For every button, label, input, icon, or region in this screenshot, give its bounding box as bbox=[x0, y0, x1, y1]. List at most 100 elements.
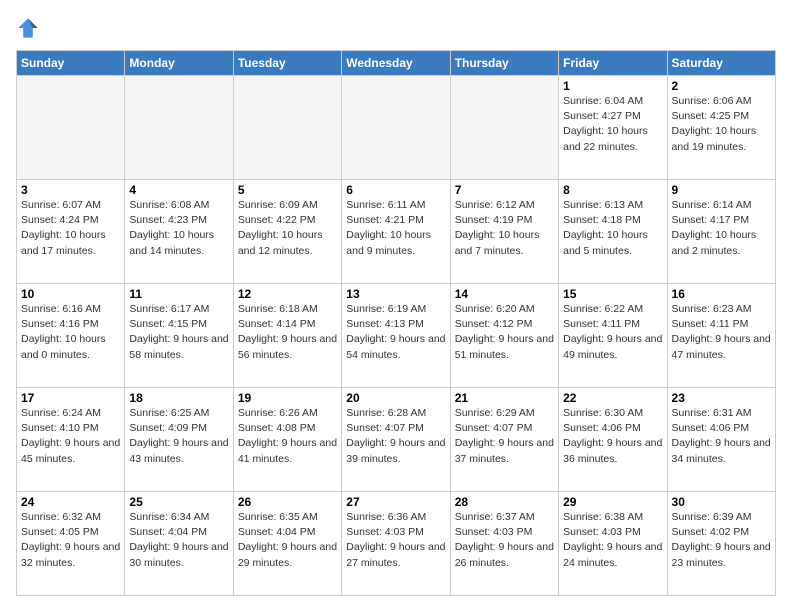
day-number: 4 bbox=[129, 183, 228, 197]
day-number: 3 bbox=[21, 183, 120, 197]
day-number: 5 bbox=[238, 183, 337, 197]
day-info: Sunrise: 6:16 AM Sunset: 4:16 PM Dayligh… bbox=[21, 302, 120, 363]
calendar-cell: 17Sunrise: 6:24 AM Sunset: 4:10 PM Dayli… bbox=[17, 388, 125, 492]
day-number: 20 bbox=[346, 391, 445, 405]
day-number: 9 bbox=[672, 183, 771, 197]
calendar-cell: 11Sunrise: 6:17 AM Sunset: 4:15 PM Dayli… bbox=[125, 284, 233, 388]
calendar-cell bbox=[17, 76, 125, 180]
calendar-cell: 8Sunrise: 6:13 AM Sunset: 4:18 PM Daylig… bbox=[559, 180, 667, 284]
calendar-week-row: 10Sunrise: 6:16 AM Sunset: 4:16 PM Dayli… bbox=[17, 284, 776, 388]
day-number: 25 bbox=[129, 495, 228, 509]
day-info: Sunrise: 6:14 AM Sunset: 4:17 PM Dayligh… bbox=[672, 198, 771, 259]
day-number: 12 bbox=[238, 287, 337, 301]
day-info: Sunrise: 6:28 AM Sunset: 4:07 PM Dayligh… bbox=[346, 406, 445, 467]
weekday-row: SundayMondayTuesdayWednesdayThursdayFrid… bbox=[17, 51, 776, 76]
calendar-week-row: 17Sunrise: 6:24 AM Sunset: 4:10 PM Dayli… bbox=[17, 388, 776, 492]
day-number: 7 bbox=[455, 183, 554, 197]
day-info: Sunrise: 6:04 AM Sunset: 4:27 PM Dayligh… bbox=[563, 94, 662, 155]
day-number: 15 bbox=[563, 287, 662, 301]
day-info: Sunrise: 6:39 AM Sunset: 4:02 PM Dayligh… bbox=[672, 510, 771, 571]
calendar-cell: 12Sunrise: 6:18 AM Sunset: 4:14 PM Dayli… bbox=[233, 284, 341, 388]
day-info: Sunrise: 6:26 AM Sunset: 4:08 PM Dayligh… bbox=[238, 406, 337, 467]
day-number: 10 bbox=[21, 287, 120, 301]
calendar-cell: 25Sunrise: 6:34 AM Sunset: 4:04 PM Dayli… bbox=[125, 492, 233, 596]
calendar-cell: 27Sunrise: 6:36 AM Sunset: 4:03 PM Dayli… bbox=[342, 492, 450, 596]
day-number: 11 bbox=[129, 287, 228, 301]
calendar-cell: 18Sunrise: 6:25 AM Sunset: 4:09 PM Dayli… bbox=[125, 388, 233, 492]
weekday-header: Sunday bbox=[17, 51, 125, 76]
calendar-cell: 30Sunrise: 6:39 AM Sunset: 4:02 PM Dayli… bbox=[667, 492, 775, 596]
calendar-cell: 23Sunrise: 6:31 AM Sunset: 4:06 PM Dayli… bbox=[667, 388, 775, 492]
day-info: Sunrise: 6:13 AM Sunset: 4:18 PM Dayligh… bbox=[563, 198, 662, 259]
calendar-cell: 15Sunrise: 6:22 AM Sunset: 4:11 PM Dayli… bbox=[559, 284, 667, 388]
day-info: Sunrise: 6:24 AM Sunset: 4:10 PM Dayligh… bbox=[21, 406, 120, 467]
day-info: Sunrise: 6:32 AM Sunset: 4:05 PM Dayligh… bbox=[21, 510, 120, 571]
day-info: Sunrise: 6:12 AM Sunset: 4:19 PM Dayligh… bbox=[455, 198, 554, 259]
day-info: Sunrise: 6:11 AM Sunset: 4:21 PM Dayligh… bbox=[346, 198, 445, 259]
calendar-cell: 5Sunrise: 6:09 AM Sunset: 4:22 PM Daylig… bbox=[233, 180, 341, 284]
day-number: 14 bbox=[455, 287, 554, 301]
day-number: 8 bbox=[563, 183, 662, 197]
day-number: 6 bbox=[346, 183, 445, 197]
day-info: Sunrise: 6:35 AM Sunset: 4:04 PM Dayligh… bbox=[238, 510, 337, 571]
day-info: Sunrise: 6:31 AM Sunset: 4:06 PM Dayligh… bbox=[672, 406, 771, 467]
calendar-cell: 1Sunrise: 6:04 AM Sunset: 4:27 PM Daylig… bbox=[559, 76, 667, 180]
calendar-cell: 29Sunrise: 6:38 AM Sunset: 4:03 PM Dayli… bbox=[559, 492, 667, 596]
day-info: Sunrise: 6:22 AM Sunset: 4:11 PM Dayligh… bbox=[563, 302, 662, 363]
day-number: 23 bbox=[672, 391, 771, 405]
day-number: 21 bbox=[455, 391, 554, 405]
calendar-cell: 24Sunrise: 6:32 AM Sunset: 4:05 PM Dayli… bbox=[17, 492, 125, 596]
calendar-cell: 4Sunrise: 6:08 AM Sunset: 4:23 PM Daylig… bbox=[125, 180, 233, 284]
day-info: Sunrise: 6:20 AM Sunset: 4:12 PM Dayligh… bbox=[455, 302, 554, 363]
weekday-header: Saturday bbox=[667, 51, 775, 76]
calendar-cell: 21Sunrise: 6:29 AM Sunset: 4:07 PM Dayli… bbox=[450, 388, 558, 492]
day-number: 16 bbox=[672, 287, 771, 301]
calendar-cell: 20Sunrise: 6:28 AM Sunset: 4:07 PM Dayli… bbox=[342, 388, 450, 492]
day-number: 26 bbox=[238, 495, 337, 509]
weekday-header: Monday bbox=[125, 51, 233, 76]
calendar-cell bbox=[233, 76, 341, 180]
day-info: Sunrise: 6:18 AM Sunset: 4:14 PM Dayligh… bbox=[238, 302, 337, 363]
calendar-cell: 16Sunrise: 6:23 AM Sunset: 4:11 PM Dayli… bbox=[667, 284, 775, 388]
weekday-header: Tuesday bbox=[233, 51, 341, 76]
day-info: Sunrise: 6:25 AM Sunset: 4:09 PM Dayligh… bbox=[129, 406, 228, 467]
day-number: 1 bbox=[563, 79, 662, 93]
calendar-cell: 6Sunrise: 6:11 AM Sunset: 4:21 PM Daylig… bbox=[342, 180, 450, 284]
page: SundayMondayTuesdayWednesdayThursdayFrid… bbox=[0, 0, 792, 612]
day-info: Sunrise: 6:09 AM Sunset: 4:22 PM Dayligh… bbox=[238, 198, 337, 259]
day-info: Sunrise: 6:38 AM Sunset: 4:03 PM Dayligh… bbox=[563, 510, 662, 571]
logo-icon bbox=[16, 16, 40, 40]
calendar-cell bbox=[125, 76, 233, 180]
calendar-body: 1Sunrise: 6:04 AM Sunset: 4:27 PM Daylig… bbox=[17, 76, 776, 596]
day-number: 13 bbox=[346, 287, 445, 301]
calendar-cell: 9Sunrise: 6:14 AM Sunset: 4:17 PM Daylig… bbox=[667, 180, 775, 284]
day-info: Sunrise: 6:06 AM Sunset: 4:25 PM Dayligh… bbox=[672, 94, 771, 155]
calendar-week-row: 3Sunrise: 6:07 AM Sunset: 4:24 PM Daylig… bbox=[17, 180, 776, 284]
day-info: Sunrise: 6:17 AM Sunset: 4:15 PM Dayligh… bbox=[129, 302, 228, 363]
day-number: 19 bbox=[238, 391, 337, 405]
day-number: 2 bbox=[672, 79, 771, 93]
header bbox=[16, 16, 776, 40]
day-number: 22 bbox=[563, 391, 662, 405]
weekday-header: Friday bbox=[559, 51, 667, 76]
calendar-cell: 22Sunrise: 6:30 AM Sunset: 4:06 PM Dayli… bbox=[559, 388, 667, 492]
calendar-cell: 2Sunrise: 6:06 AM Sunset: 4:25 PM Daylig… bbox=[667, 76, 775, 180]
calendar-week-row: 24Sunrise: 6:32 AM Sunset: 4:05 PM Dayli… bbox=[17, 492, 776, 596]
day-info: Sunrise: 6:34 AM Sunset: 4:04 PM Dayligh… bbox=[129, 510, 228, 571]
day-info: Sunrise: 6:30 AM Sunset: 4:06 PM Dayligh… bbox=[563, 406, 662, 467]
day-info: Sunrise: 6:37 AM Sunset: 4:03 PM Dayligh… bbox=[455, 510, 554, 571]
calendar-cell: 26Sunrise: 6:35 AM Sunset: 4:04 PM Dayli… bbox=[233, 492, 341, 596]
weekday-header: Thursday bbox=[450, 51, 558, 76]
day-number: 30 bbox=[672, 495, 771, 509]
calendar-cell: 7Sunrise: 6:12 AM Sunset: 4:19 PM Daylig… bbox=[450, 180, 558, 284]
day-info: Sunrise: 6:29 AM Sunset: 4:07 PM Dayligh… bbox=[455, 406, 554, 467]
day-info: Sunrise: 6:08 AM Sunset: 4:23 PM Dayligh… bbox=[129, 198, 228, 259]
calendar-cell: 28Sunrise: 6:37 AM Sunset: 4:03 PM Dayli… bbox=[450, 492, 558, 596]
day-info: Sunrise: 6:23 AM Sunset: 4:11 PM Dayligh… bbox=[672, 302, 771, 363]
day-number: 24 bbox=[21, 495, 120, 509]
day-number: 18 bbox=[129, 391, 228, 405]
day-number: 17 bbox=[21, 391, 120, 405]
calendar-cell: 19Sunrise: 6:26 AM Sunset: 4:08 PM Dayli… bbox=[233, 388, 341, 492]
day-info: Sunrise: 6:19 AM Sunset: 4:13 PM Dayligh… bbox=[346, 302, 445, 363]
calendar-week-row: 1Sunrise: 6:04 AM Sunset: 4:27 PM Daylig… bbox=[17, 76, 776, 180]
